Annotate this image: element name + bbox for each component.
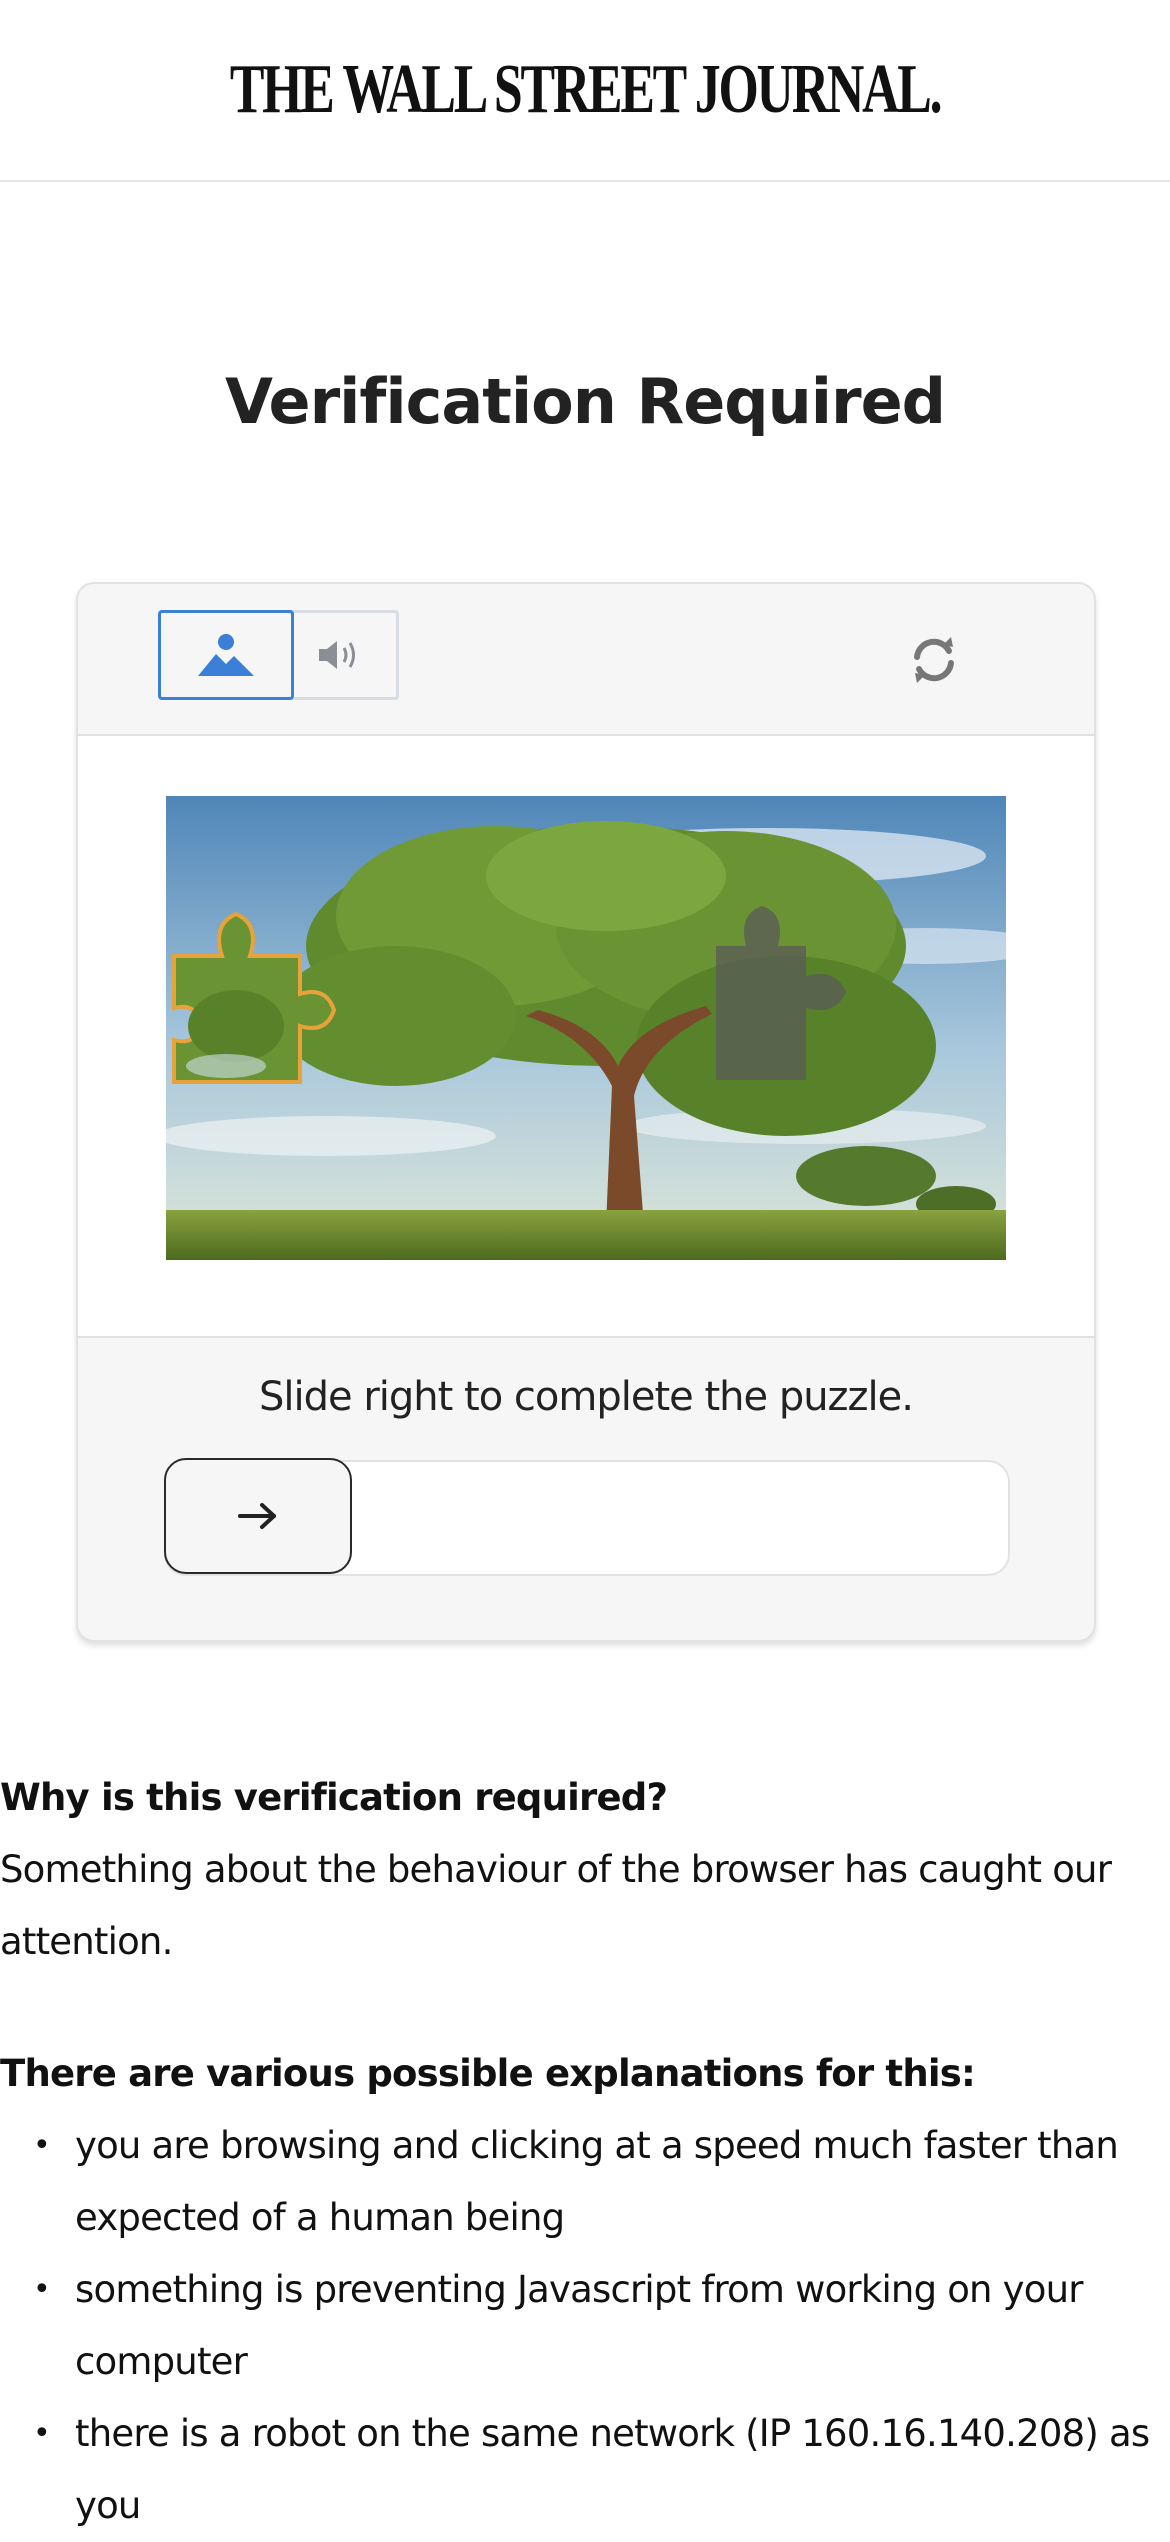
captcha-toolbar [78,584,1094,736]
page-title: Verification Required [224,365,946,438]
explanations-heading: There are various possible explanations … [0,2052,976,2095]
why-text-line2: attention. [0,1920,173,1963]
explanations-list: • you are browsing and clicking at a spe… [0,2110,1170,2542]
why-text-line1: Something about the behaviour of the bro… [0,1848,1112,1891]
captcha-widget: Slide right to complete the puzzle. [76,582,1096,1642]
arrow-right-icon [238,1503,276,1529]
puzzle-image [166,796,1006,1260]
masthead-logo: THE WALL STREET JOURNAL. [229,51,943,128]
image-mountain-icon [198,634,254,676]
slider-handle[interactable] [164,1458,352,1574]
verification-info: Why is this verification required? Somet… [0,1762,1170,2542]
captcha-image-area [78,736,1094,1338]
why-heading: Why is this verification required? [0,1776,668,1819]
image-mode-button[interactable] [158,610,294,700]
list-item: • something is preventing Javascript fro… [33,2268,1083,2383]
refresh-icon [914,637,954,683]
speaker-icon [319,641,355,669]
audio-mode-button[interactable] [284,610,399,700]
list-item: • there is a robot on the same network (… [33,2412,1150,2527]
captcha-instruction: Slide right to complete the puzzle. [259,1374,914,1420]
list-item: • you are browsing and clicking at a spe… [33,2124,1119,2239]
masthead: THE WALL STREET JOURNAL. [0,0,1170,182]
refresh-button[interactable] [904,630,964,690]
